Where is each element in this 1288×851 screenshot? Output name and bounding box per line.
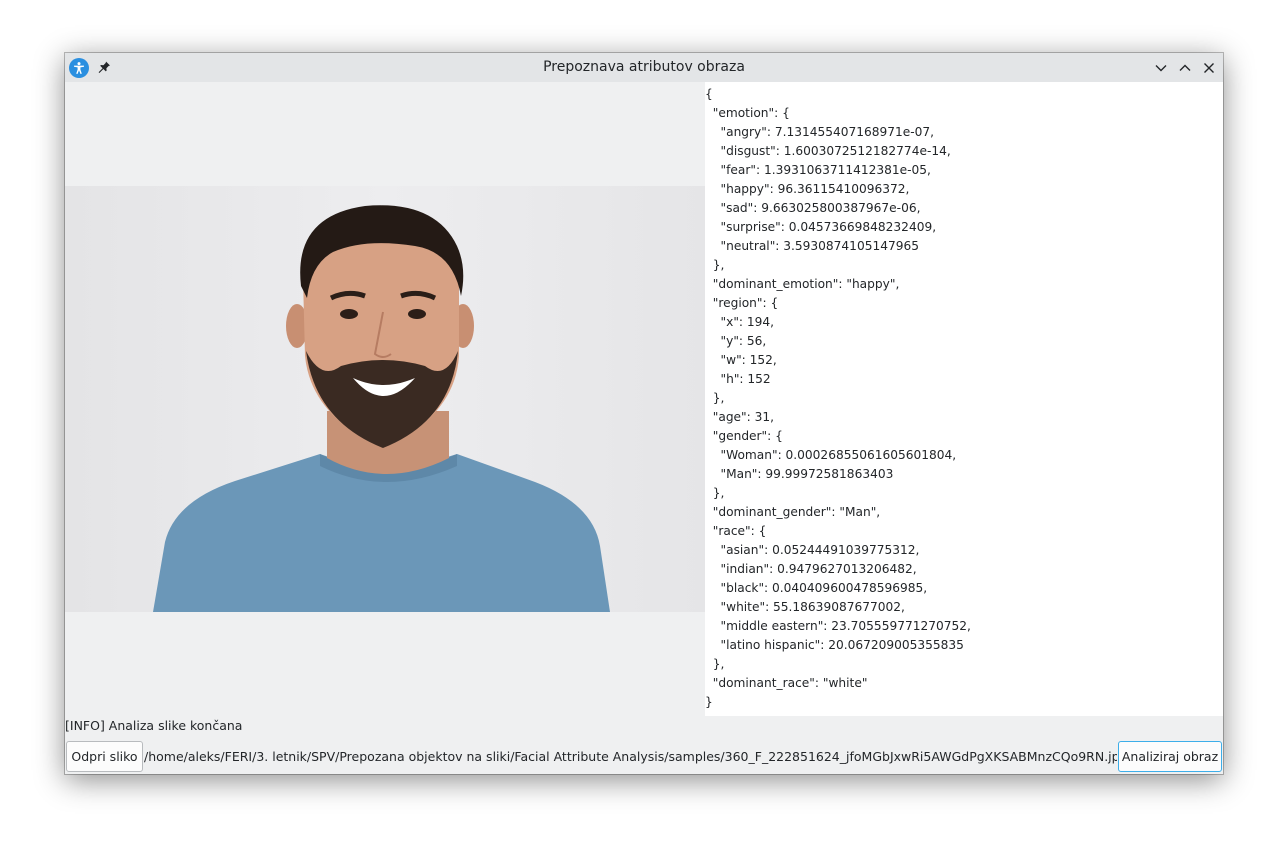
result-line: "dominant_emotion": "happy", xyxy=(705,277,900,291)
result-line: } xyxy=(705,695,713,709)
result-line: "age": 31, xyxy=(705,410,775,424)
result-line: "angry": 7.131455407168971e-07, xyxy=(705,125,935,139)
result-line: "dominant_race": "white" xyxy=(705,676,868,690)
chevron-down-icon[interactable] xyxy=(1153,60,1169,76)
result-line: "white": 55.18639087677002, xyxy=(705,600,905,614)
result-line: "fear": 1.3931063711412381e-05, xyxy=(705,163,931,177)
window-title: Prepoznava atributov obraza xyxy=(543,59,745,75)
result-line: "region": { xyxy=(705,296,779,310)
controls-bar: Odpri sliko /home/aleks/FERI/3. letnik/S… xyxy=(65,739,1223,774)
open-image-button[interactable]: Odpri sliko xyxy=(66,741,143,772)
result-line: "black": 0.040409600478596985, xyxy=(705,581,928,595)
app-window: Prepoznava atributov obraza {"emotion":… xyxy=(65,53,1223,774)
result-line: "sad": 9.663025800387967e-06, xyxy=(705,201,921,215)
result-line: "surprise": 0.04573669848232409, xyxy=(705,220,937,234)
result-line: "Woman": 0.00026855061605601804, xyxy=(705,448,957,462)
result-line: "gender": { xyxy=(705,429,783,443)
result-line: "neutral": 3.5930874105147965 xyxy=(705,239,919,253)
result-line: "indian": 0.9479627013206482, xyxy=(705,562,917,576)
result-line: "dominant_gender": "Man", xyxy=(705,505,881,519)
analyze-face-button[interactable]: Analiziraj obraz xyxy=(1118,741,1222,772)
result-line: "middle eastern": 23.705559771270752, xyxy=(705,619,971,633)
result-line: "w": 152, xyxy=(705,353,777,367)
close-icon[interactable] xyxy=(1201,60,1217,76)
image-preview xyxy=(65,82,705,716)
status-text: [INFO] Analiza slike končana xyxy=(65,718,243,733)
face-photo xyxy=(65,186,705,612)
file-path-label: /home/aleks/FERI/3. letnik/SPV/Prepozana… xyxy=(144,749,1117,764)
result-line: }, xyxy=(705,391,725,405)
result-line: "x": 194, xyxy=(705,315,775,329)
result-line: "disgust": 1.6003072512182774e-14, xyxy=(705,144,951,158)
result-line: }, xyxy=(705,657,725,671)
title-bar[interactable]: Prepoznava atributov obraza xyxy=(65,53,1223,83)
analysis-result-pane[interactable]: { "emotion": { "angry": 7.13145540716897… xyxy=(705,82,1223,716)
status-bar: [INFO] Analiza slike končana xyxy=(65,716,1223,739)
result-line: "asian": 0.05244491039775312, xyxy=(705,543,920,557)
result-line: "Man": 99.99972581863403 xyxy=(705,467,894,481)
result-line: }, xyxy=(705,258,725,272)
result-line: { xyxy=(705,87,713,101)
result-line: }, xyxy=(705,486,725,500)
result-line: "h": 152 xyxy=(705,372,771,386)
result-line: "race": { xyxy=(705,524,767,538)
result-line: "emotion": { xyxy=(705,106,790,120)
analysis-result-json: { "emotion": { "angry": 7.13145540716897… xyxy=(705,82,1223,712)
result-line: "latino hispanic": 20.067209005355835 xyxy=(705,638,964,652)
result-line: "y": 56, xyxy=(705,334,767,348)
result-line: "happy": 96.36115410096372, xyxy=(705,182,910,196)
chevron-up-icon[interactable] xyxy=(1177,60,1193,76)
